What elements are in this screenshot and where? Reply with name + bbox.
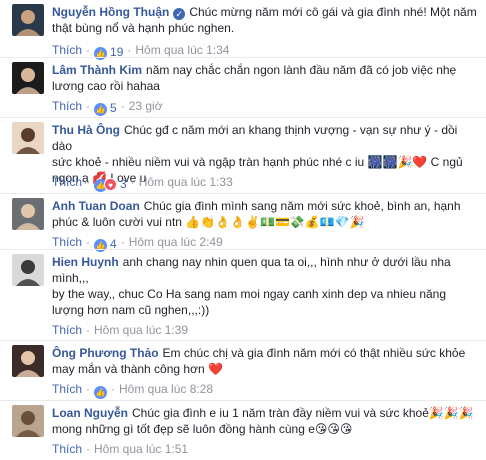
comment-text: Loan Nguyễn Chúc gia đình e iu 1 năm tràn… bbox=[52, 405, 478, 437]
reaction-count[interactable]: 3 bbox=[120, 177, 127, 191]
separator-dot: · bbox=[86, 43, 91, 57]
separator-dot: · bbox=[120, 99, 125, 113]
comment-text-line: may mắn và thành công hơn ❤️ bbox=[52, 362, 223, 376]
comment-meta: Thích · 👍 5 · 23 giờ bbox=[52, 98, 163, 116]
comment-author-link[interactable]: Thu Hà Ông bbox=[52, 123, 120, 137]
comment-text: Anh Tuan Doan Chúc gia đình mình sang năm… bbox=[52, 198, 478, 230]
like-button[interactable]: Thích bbox=[52, 382, 82, 396]
comment-meta: Thích · 👍 · Hôm qua lúc 8:28 bbox=[52, 381, 213, 399]
comment-text: Ông Phương Thảo Em chúc chị và gia đình n… bbox=[52, 345, 478, 377]
comment-author-link[interactable]: Hien Huynh bbox=[52, 255, 119, 269]
comment-text-line: mong những gì tốt đẹp sẽ luôn đồng hành … bbox=[52, 422, 353, 436]
like-button[interactable]: Thích bbox=[52, 99, 82, 113]
reaction-summary[interactable]: 👍 ♥ 3 bbox=[94, 176, 127, 192]
comment-divider bbox=[0, 193, 486, 194]
comment-text-line: năm nay chắc chắn ngon lành đầu năm đã c… bbox=[146, 63, 457, 77]
comment-text: Hien Huynh anh chang nay nhin quen qua ta… bbox=[52, 254, 478, 318]
comment-text-line: Chúc gia đình mình sang năm mới sức khoẻ… bbox=[143, 199, 461, 213]
love-reaction-icon: ♥ bbox=[104, 178, 118, 191]
comment-divider bbox=[0, 400, 486, 401]
avatar[interactable] bbox=[12, 345, 44, 377]
separator-dot: · bbox=[111, 382, 116, 396]
verified-badge-icon: ✓ bbox=[173, 8, 186, 20]
separator-dot: · bbox=[86, 323, 91, 337]
comment-author-link[interactable]: Anh Tuan Doan bbox=[52, 199, 140, 213]
reaction-summary[interactable]: 👍 bbox=[94, 383, 108, 399]
avatar[interactable] bbox=[12, 405, 44, 437]
comment-text-line: Chúc gia đình e iu 1 năm tràn đầy niềm v… bbox=[132, 406, 474, 420]
comment-divider bbox=[0, 340, 486, 341]
like-button[interactable]: Thích bbox=[52, 43, 82, 57]
comment-timestamp[interactable]: Hôm qua lúc 1:34 bbox=[135, 43, 229, 57]
comment-text-line: sức khoẻ - nhiều niềm vui và ngập tràn h… bbox=[52, 155, 463, 169]
comment-timestamp[interactable]: Hôm qua lúc 2:49 bbox=[129, 235, 223, 249]
like-reaction-icon: 👍 bbox=[94, 386, 108, 399]
avatar[interactable] bbox=[12, 122, 44, 154]
like-button[interactable]: Thích bbox=[52, 235, 82, 249]
separator-dot: · bbox=[120, 235, 125, 249]
comment-body: Loan Nguyễn Chúc gia đình e iu 1 năm tràn… bbox=[52, 405, 478, 456]
comment-meta: Thích · 👍 ♥ 3 · Hôm qua lúc 1:33 bbox=[52, 174, 233, 192]
comment-list: Nguyễn Hồng Thuận ✓ Chúc mừng năm mới cô g… bbox=[0, 0, 486, 460]
like-button[interactable]: Thích bbox=[52, 175, 82, 189]
comment-text: Nguyễn Hồng Thuận ✓ Chúc mừng năm mới cô g… bbox=[52, 4, 478, 36]
comment-text-line: thật bùng nổ và hạnh phúc nghen. bbox=[52, 21, 235, 35]
comment-author-link[interactable]: Ông Phương Thảo bbox=[52, 346, 159, 360]
comment-meta: Thích · Hôm qua lúc 1:51 bbox=[52, 441, 188, 457]
separator-dot: · bbox=[86, 99, 91, 113]
comment-body: Hien Huynh anh chang nay nhin quen qua ta… bbox=[52, 254, 478, 337]
avatar[interactable] bbox=[12, 198, 44, 230]
separator-dot: · bbox=[127, 43, 132, 57]
like-reaction-icon: 👍 bbox=[94, 239, 108, 252]
separator-dot: · bbox=[86, 235, 91, 249]
comment-meta: Thích · Hôm qua lúc 1:39 bbox=[52, 322, 188, 338]
comment-body: Thu Hà Ông Chúc gđ c năm mới an khang thị… bbox=[52, 122, 478, 192]
comment-author-link[interactable]: Loan Nguyễn bbox=[52, 406, 128, 420]
avatar[interactable] bbox=[12, 4, 44, 36]
comment-timestamp[interactable]: Hôm qua lúc 8:28 bbox=[119, 382, 213, 396]
comment-text-line: Chúc mừng năm mới cô gái và gia đình nhé… bbox=[189, 5, 477, 19]
comment-body: Ông Phương Thảo Em chúc chị và gia đình n… bbox=[52, 345, 478, 399]
comment-timestamp[interactable]: Hôm qua lúc 1:51 bbox=[94, 442, 188, 456]
comment-divider bbox=[0, 117, 486, 118]
comment-text-line: by the way,, chuc Co Ha sang nam moi nga… bbox=[52, 287, 447, 301]
like-reaction-icon: 👍 bbox=[94, 103, 108, 116]
separator-dot: · bbox=[86, 175, 91, 189]
comment-author-link[interactable]: Nguyễn Hồng Thuận bbox=[52, 5, 169, 19]
comment-divider bbox=[0, 57, 486, 58]
reaction-count[interactable]: 5 bbox=[110, 101, 117, 115]
comment-text-line: lương cao rồi hahaa bbox=[52, 79, 160, 93]
comment-text: Lâm Thành Kim năm nay chắc chắn ngon lành… bbox=[52, 62, 478, 94]
comment-text-line: phúc & luôn cười vui ntn 👍👏👌👌✌️💵💳💸💰💶💎🎉 bbox=[52, 215, 365, 229]
like-button[interactable]: Thích bbox=[52, 442, 82, 456]
comment-divider bbox=[0, 249, 486, 250]
comment-body: Anh Tuan Doan Chúc gia đình mình sang năm… bbox=[52, 198, 478, 252]
comment-author-link[interactable]: Lâm Thành Kim bbox=[52, 63, 142, 77]
comment-text-line: lượng hơn nam cũ nghen,,,:)) bbox=[52, 303, 210, 317]
comment-text-line: anh chang nay nhin quen qua ta oi,,, hìn… bbox=[122, 255, 451, 269]
comment-timestamp[interactable]: Hôm qua lúc 1:39 bbox=[94, 323, 188, 337]
separator-dot: · bbox=[86, 442, 91, 456]
comment-text-line: Em chúc chị và gia đình năm mới có thật … bbox=[162, 346, 466, 360]
avatar[interactable] bbox=[12, 254, 44, 286]
comment-text-line: mình,,, bbox=[52, 271, 89, 285]
avatar[interactable] bbox=[12, 62, 44, 94]
comment-body: Nguyễn Hồng Thuận ✓ Chúc mừng năm mới cô g… bbox=[52, 4, 478, 60]
separator-dot: · bbox=[130, 175, 135, 189]
comment-timestamp[interactable]: Hôm qua lúc 1:33 bbox=[139, 175, 233, 189]
reaction-summary[interactable]: 👍 5 bbox=[94, 100, 117, 116]
like-button[interactable]: Thích bbox=[52, 323, 82, 337]
like-reaction-icon: 👍 bbox=[94, 47, 108, 60]
comment-body: Lâm Thành Kim năm nay chắc chắn ngon lành… bbox=[52, 62, 478, 116]
comment-timestamp[interactable]: 23 giờ bbox=[129, 99, 163, 113]
separator-dot: · bbox=[86, 382, 91, 396]
